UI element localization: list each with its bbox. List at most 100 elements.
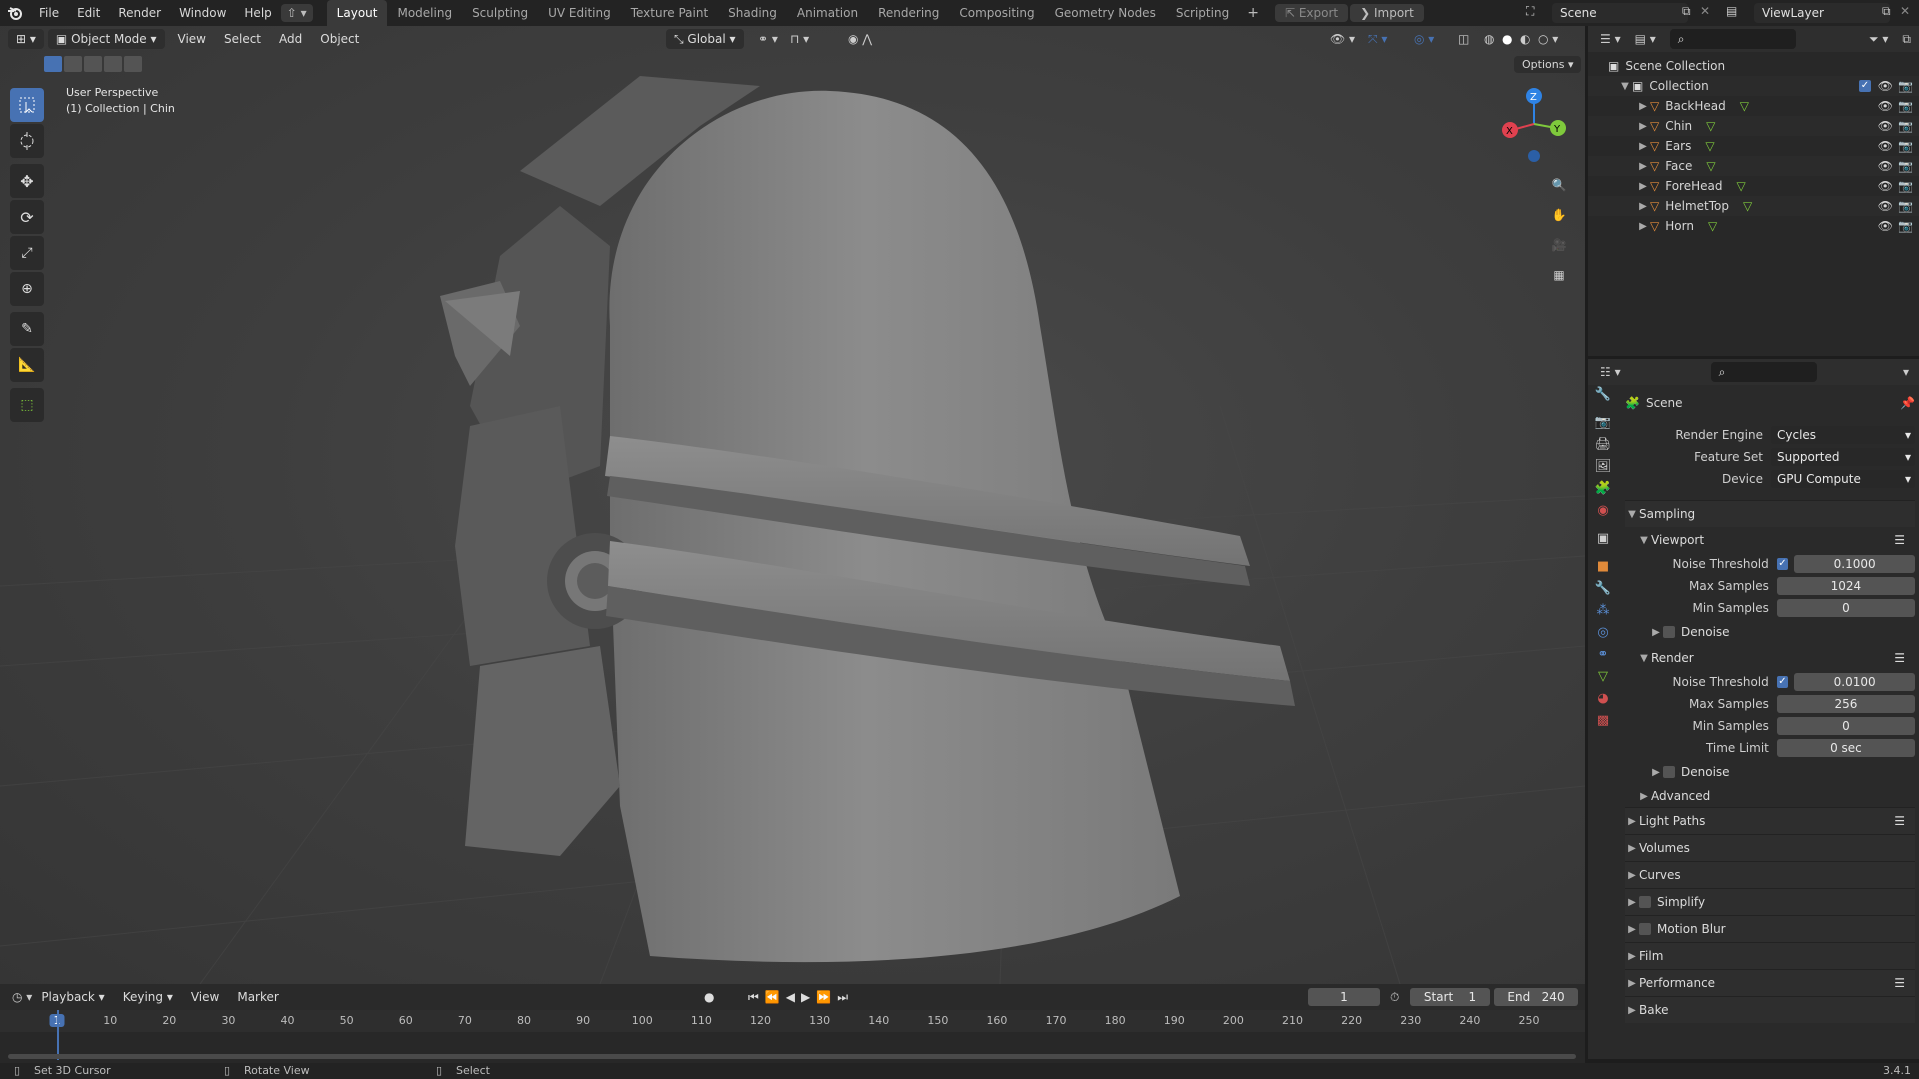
timeline-track-area[interactable] — [0, 1010, 1585, 1063]
chevron-right-icon[interactable]: ▶ — [1636, 101, 1650, 112]
panel-header-motion-blur[interactable]: ▶ Motion Blur — [1625, 915, 1915, 942]
view-layer-icon[interactable]: ▤ — [1726, 4, 1737, 18]
select-box-tool[interactable] — [10, 88, 44, 122]
timeline-menu-playback[interactable]: Playback ▾ — [32, 990, 113, 1004]
panel-enable-checkbox[interactable] — [1639, 896, 1651, 908]
tab-geometry-nodes[interactable]: Geometry Nodes — [1045, 0, 1166, 26]
view-layer-field[interactable]: ViewLayer — [1754, 3, 1890, 23]
pin-icon[interactable]: 📌 — [1900, 396, 1915, 410]
output-tab-icon[interactable]: 🖨 — [1595, 437, 1612, 452]
panel-header-performance[interactable]: ▶ Performance ☰ — [1625, 969, 1915, 996]
new-scene-icon[interactable]: ⧉ — [1682, 4, 1691, 19]
gizmo-toggle-icon[interactable]: ⤧ ▾ — [1368, 32, 1387, 47]
viewport-min-samples-field[interactable]: 0 — [1776, 599, 1915, 617]
outliner-object-row[interactable]: ▶ ▽ HelmetTop ▽ 👁 📷 — [1588, 196, 1919, 216]
presets-icon[interactable]: ☰ — [1894, 976, 1905, 990]
collection-tab-icon[interactable]: ▣ — [1597, 531, 1609, 546]
tab-scripting[interactable]: Scripting — [1166, 0, 1239, 26]
menu-file[interactable]: File — [30, 6, 68, 20]
overlay-toggle-icon[interactable]: ◎ ▾ — [1414, 32, 1434, 46]
timeline-editor-icon[interactable]: ◷ ▾ — [12, 990, 32, 1004]
end-frame-field[interactable]: End 240 — [1494, 988, 1578, 1006]
object-tab-icon[interactable]: ■ — [1597, 559, 1609, 574]
cursor-tool[interactable] — [10, 124, 44, 158]
scale-tool[interactable]: ⤢ — [10, 236, 44, 270]
panel-header-curves[interactable]: ▶ Curves — [1625, 861, 1915, 888]
scene-name-field[interactable]: Scene — [1552, 3, 1688, 23]
render-max-samples-field[interactable]: 256 — [1776, 695, 1915, 713]
presets-icon[interactable]: ☰ — [1894, 533, 1905, 547]
options-button[interactable]: Options ▾ — [1514, 56, 1582, 73]
export-button[interactable]: ⇱ Export — [1274, 4, 1349, 22]
scene-selector-icon[interactable]: ⛶ — [1526, 4, 1534, 19]
new-collection-icon[interactable]: ⧉ — [1902, 32, 1911, 47]
viewport-menu-add[interactable]: Add — [270, 32, 311, 46]
tab-uv-editing[interactable]: UV Editing — [538, 0, 621, 26]
tab-rendering[interactable]: Rendering — [868, 0, 949, 26]
render-denoise-header[interactable]: ▶ Denoise — [1625, 759, 1915, 785]
measure-tool[interactable]: 📐 — [10, 348, 44, 382]
outliner-object-row[interactable]: ▶ ▽ Chin ▽ 👁 📷 — [1588, 116, 1919, 136]
advanced-subpanel-header[interactable]: ▶ Advanced — [1625, 785, 1915, 807]
annotate-tool[interactable]: ✎ — [10, 312, 44, 346]
outliner-collection-row[interactable]: ▼ ▣ Collection ✓ 👁 📷 — [1588, 76, 1919, 96]
snap-icon[interactable]: ⊓ ▾ — [790, 32, 809, 46]
outliner-root-row[interactable]: ▣ Scene Collection — [1588, 56, 1919, 76]
chevron-right-icon[interactable]: ▶ — [1636, 201, 1650, 212]
object-render-icon[interactable]: 📷 — [1898, 219, 1913, 233]
object-visibility-icon[interactable]: 👁 — [1878, 99, 1893, 113]
collection-exclude-checkbox[interactable]: ✓ — [1859, 80, 1871, 92]
timeline-scrollbar[interactable] — [8, 1054, 1576, 1059]
shading-rendered-icon[interactable]: ○ ▾ — [1538, 32, 1558, 46]
outliner-object-row[interactable]: ▶ ▽ Face ▽ 👁 📷 — [1588, 156, 1919, 176]
tab-sculpting[interactable]: Sculpting — [462, 0, 538, 26]
feature-set-dropdown[interactable]: Supported ▾ — [1771, 448, 1915, 466]
panel-enable-checkbox[interactable] — [1639, 923, 1651, 935]
chevron-right-icon[interactable]: ▶ — [1636, 161, 1650, 172]
clock-icon[interactable]: ⏱ — [1390, 990, 1399, 1005]
tab-modeling[interactable]: Modeling — [387, 0, 462, 26]
chevron-right-icon[interactable]: ▶ — [1636, 221, 1650, 232]
helmet-model[interactable] — [0, 26, 1585, 984]
timeline-menu-keying[interactable]: Keying ▾ — [114, 990, 182, 1004]
object-render-icon[interactable]: 📷 — [1898, 99, 1913, 113]
add-workspace-icon[interactable]: + — [1239, 5, 1267, 21]
select-invert-icon[interactable] — [104, 56, 122, 72]
particles-tab-icon[interactable]: ⁂ — [1597, 603, 1610, 618]
render-engine-dropdown[interactable]: Cycles ▾ — [1771, 426, 1915, 444]
outliner-object-row[interactable]: ▶ ▽ BackHead ▽ 👁 📷 — [1588, 96, 1919, 116]
render-noise-threshold-field[interactable]: 0.0100 — [1794, 673, 1915, 691]
render-time-limit-field[interactable]: 0 sec — [1776, 739, 1915, 757]
3d-viewport[interactable]: ✥ ⟳ ⤢ ⊕ ✎ 📐 ⬚ User Perspective (1) Colle… — [0, 26, 1585, 984]
import-button[interactable]: ❯ Import — [1350, 4, 1424, 22]
mesh-data-icon[interactable]: ▽ — [1740, 99, 1749, 113]
object-visibility-icon[interactable]: 👁 — [1878, 139, 1893, 153]
chevron-right-icon[interactable]: ▶ — [1636, 121, 1650, 132]
tool-tab-icon[interactable]: 🔧 — [1595, 387, 1611, 402]
physics-tab-icon[interactable]: ◎ — [1597, 625, 1608, 640]
mesh-data-icon[interactable]: ▽ — [1736, 179, 1745, 193]
panel-header-simplify[interactable]: ▶ Simplify — [1625, 888, 1915, 915]
properties-options-icon[interactable]: ▾ — [1903, 365, 1909, 379]
tab-compositing[interactable]: Compositing — [949, 0, 1044, 26]
add-cube-tool[interactable]: ⬚ — [10, 388, 44, 422]
transform-tool[interactable]: ⊕ — [10, 272, 44, 306]
select-intersect-icon[interactable] — [124, 56, 142, 72]
tab-animation[interactable]: Animation — [787, 0, 868, 26]
delete-view-layer-icon[interactable]: ✕ — [1900, 4, 1910, 18]
outliner-search-input[interactable]: ⌕ — [1669, 29, 1796, 49]
current-frame-field[interactable]: 1 — [1308, 988, 1380, 1006]
view-layer-tab-icon[interactable]: 🖼 — [1595, 459, 1612, 474]
filter-icon[interactable]: ⏷ ▾ — [1869, 32, 1888, 47]
menu-render[interactable]: Render — [109, 6, 170, 20]
object-render-icon[interactable]: 📷 — [1898, 139, 1913, 153]
data-tab-icon[interactable]: ▽ — [1598, 669, 1608, 684]
mesh-data-icon[interactable]: ▽ — [1708, 219, 1717, 233]
mesh-data-icon[interactable]: ▽ — [1706, 159, 1715, 173]
properties-search-input[interactable]: ⌕ — [1710, 362, 1817, 382]
render-min-samples-field[interactable]: 0 — [1776, 717, 1915, 735]
chevron-right-icon[interactable]: ▶ — [1636, 141, 1650, 152]
blender-logo-icon[interactable] — [0, 5, 30, 21]
viewport-noise-threshold-field[interactable]: 0.1000 — [1794, 555, 1915, 573]
constraints-tab-icon[interactable]: ⚭ — [1598, 647, 1609, 662]
